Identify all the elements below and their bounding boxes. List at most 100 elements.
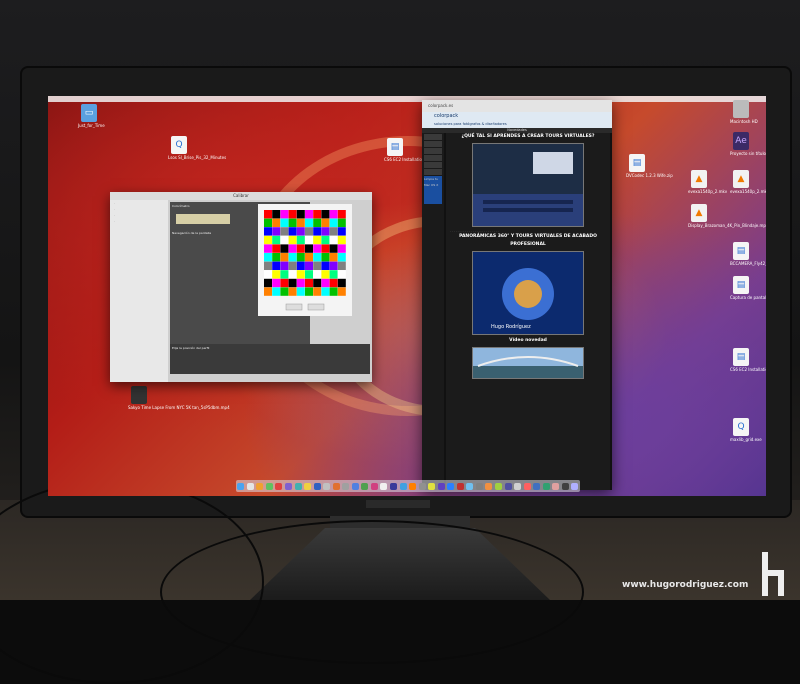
dock-app-icon[interactable]	[294, 482, 302, 490]
color-swatch	[264, 253, 272, 262]
dock-app-icon[interactable]	[370, 482, 378, 490]
desktop-icon-doc-7[interactable]: Q maxlib_grid.exe	[730, 418, 762, 442]
photo-credit: Hugo Rodríguez	[491, 323, 531, 330]
dock-app-icon[interactable]	[304, 482, 312, 490]
color-swatch	[321, 253, 330, 262]
color-checker-chart	[264, 210, 346, 311]
color-swatch	[305, 244, 313, 253]
dock-app-icon[interactable]	[246, 482, 254, 490]
dock-app-icon[interactable]	[456, 482, 464, 490]
desktop-icon-ae[interactable]: Ae Proyecto sin título.aep	[730, 132, 766, 156]
desktop-icon-video[interactable]: Sakyo Time Lapse From NYC 5K tan_5sP5dbm…	[128, 386, 230, 410]
screen: ▭ Just_for_Time Q Lsos Sl_Brise_Pis_32_M…	[48, 96, 766, 496]
sidebar-line: ·	[114, 219, 115, 223]
calibration-window[interactable]: Calibrar · · · · Colorímetro Navegación …	[110, 192, 372, 382]
color-swatch	[321, 270, 330, 279]
dock-app-icon[interactable]	[495, 482, 503, 490]
icon-label: Sakyo Time Lapse From NYC 5K tan_5sP5dbm…	[128, 405, 230, 410]
dock-app-icon[interactable]	[523, 482, 531, 490]
dock-app-icon[interactable]	[561, 482, 569, 490]
dock-app-icon[interactable]	[542, 482, 550, 490]
dock-app-icon[interactable]	[399, 482, 407, 490]
vlc-cone-icon: ▲	[691, 204, 707, 222]
dock-app-icon[interactable]	[275, 482, 283, 490]
nav-item[interactable]	[424, 169, 442, 175]
color-swatch	[321, 287, 330, 296]
nav-item[interactable]	[424, 134, 442, 140]
document-icon: ▤	[629, 154, 645, 172]
dock-app-icon[interactable]	[514, 482, 522, 490]
color-swatch	[296, 278, 305, 288]
color-swatch	[280, 270, 289, 279]
dock-app-icon[interactable]	[571, 482, 579, 490]
hugorodriguez-logo	[762, 552, 784, 596]
desktop-icon-doc-1[interactable]: Q Lsos Sl_Brise_Pis_32_Minutes	[168, 136, 226, 160]
dock-app-icon[interactable]	[552, 482, 560, 490]
dock-app-icon[interactable]	[256, 482, 264, 490]
desktop-icon-doc-5[interactable]: ▤ Captura de pantalla 2014-06-16... 17.5…	[730, 276, 766, 300]
dock[interactable]	[236, 480, 580, 492]
color-swatch	[337, 287, 346, 296]
after-effects-icon: Ae	[733, 132, 749, 150]
dock-app-icon[interactable]	[437, 482, 445, 490]
dock-app-icon[interactable]	[313, 482, 321, 490]
nav-item[interactable]	[424, 141, 442, 147]
profile-strip[interactable]: Elija la posición del perfil	[170, 344, 370, 374]
desktop-icon-doc-3[interactable]: ▤ DVCodec 1.2.3 Wife.zip	[626, 154, 673, 178]
dock-app-icon[interactable]	[466, 482, 474, 490]
color-swatch	[272, 253, 281, 262]
site-left-nav: Limpia tu Mac OS X	[422, 133, 444, 490]
color-swatch	[329, 227, 338, 236]
dock-app-icon[interactable]	[533, 482, 541, 490]
dock-app-icon[interactable]	[237, 482, 245, 490]
desktop-icon-vlc-1[interactable]: ▲ evexa1540p_2.mkv	[688, 170, 727, 194]
desktop-icon-vlc-3[interactable]: ▲ Display_Brazoman_4K_Pin_Blindaje.mp4	[688, 204, 766, 228]
desktop-icon-doc-6[interactable]: ▤ CS6 EC2 Installation.dmg	[730, 348, 766, 372]
desktop-icon-folder[interactable]: ▭ Just_for_Time	[78, 104, 105, 128]
video-icon	[131, 386, 147, 404]
dock-app-icon[interactable]	[380, 482, 388, 490]
color-swatch	[280, 218, 289, 227]
address-bar[interactable]: colorpack.es	[422, 100, 612, 112]
dock-app-icon[interactable]	[332, 482, 340, 490]
nav-item[interactable]	[424, 162, 442, 168]
dock-app-icon[interactable]	[323, 482, 331, 490]
color-swatch	[313, 261, 322, 270]
desktop-icon-doc-2[interactable]: ▤ CS6 EC2 Installation.dmg	[384, 138, 435, 162]
color-swatch	[321, 278, 330, 288]
dock-app-icon[interactable]	[485, 482, 493, 490]
desktop-icon-vlc-2[interactable]: ▲ evexa1540p_2.mkv	[730, 170, 766, 194]
color-swatch	[296, 218, 305, 227]
color-swatch	[264, 287, 272, 296]
site-name: colorpack	[434, 113, 459, 119]
color-swatch	[288, 218, 297, 227]
continue-button[interactable]	[307, 303, 325, 311]
dock-app-icon[interactable]	[265, 482, 273, 490]
dock-app-icon[interactable]	[428, 482, 436, 490]
dock-app-icon[interactable]	[342, 482, 350, 490]
dock-app-icon[interactable]	[361, 482, 369, 490]
dock-app-icon[interactable]	[447, 482, 455, 490]
back-button[interactable]	[285, 303, 303, 311]
color-swatch	[305, 270, 313, 279]
color-swatch	[288, 261, 297, 270]
color-swatch	[329, 253, 338, 262]
menu-bar[interactable]	[48, 96, 766, 102]
dock-app-icon[interactable]	[418, 482, 426, 490]
dock-app-icon[interactable]	[285, 482, 292, 490]
promo-box[interactable]: Limpia tu Mac OS X	[424, 176, 442, 204]
nav-item[interactable]	[424, 155, 442, 161]
browser-window[interactable]: colorpack.es colorpack soluciones para f…	[422, 100, 612, 490]
dock-app-icon[interactable]	[475, 482, 483, 490]
color-swatch	[329, 244, 338, 253]
icon-label: Captura de pantalla 2014-06-16... 17.55.…	[730, 295, 766, 300]
dock-app-icon[interactable]	[504, 482, 512, 490]
color-swatch	[305, 261, 313, 270]
nav-item[interactable]	[424, 148, 442, 154]
dock-app-icon[interactable]	[390, 482, 398, 490]
desktop-icon-hd[interactable]: Macintosh HD	[730, 100, 758, 124]
dock-app-icon[interactable]	[351, 482, 359, 490]
dock-app-icon[interactable]	[409, 482, 417, 490]
desktop-icon-doc-4[interactable]: ▤ BCCAMERA_Fly42_29nl.mp4	[730, 242, 766, 266]
color-swatch	[296, 227, 305, 236]
